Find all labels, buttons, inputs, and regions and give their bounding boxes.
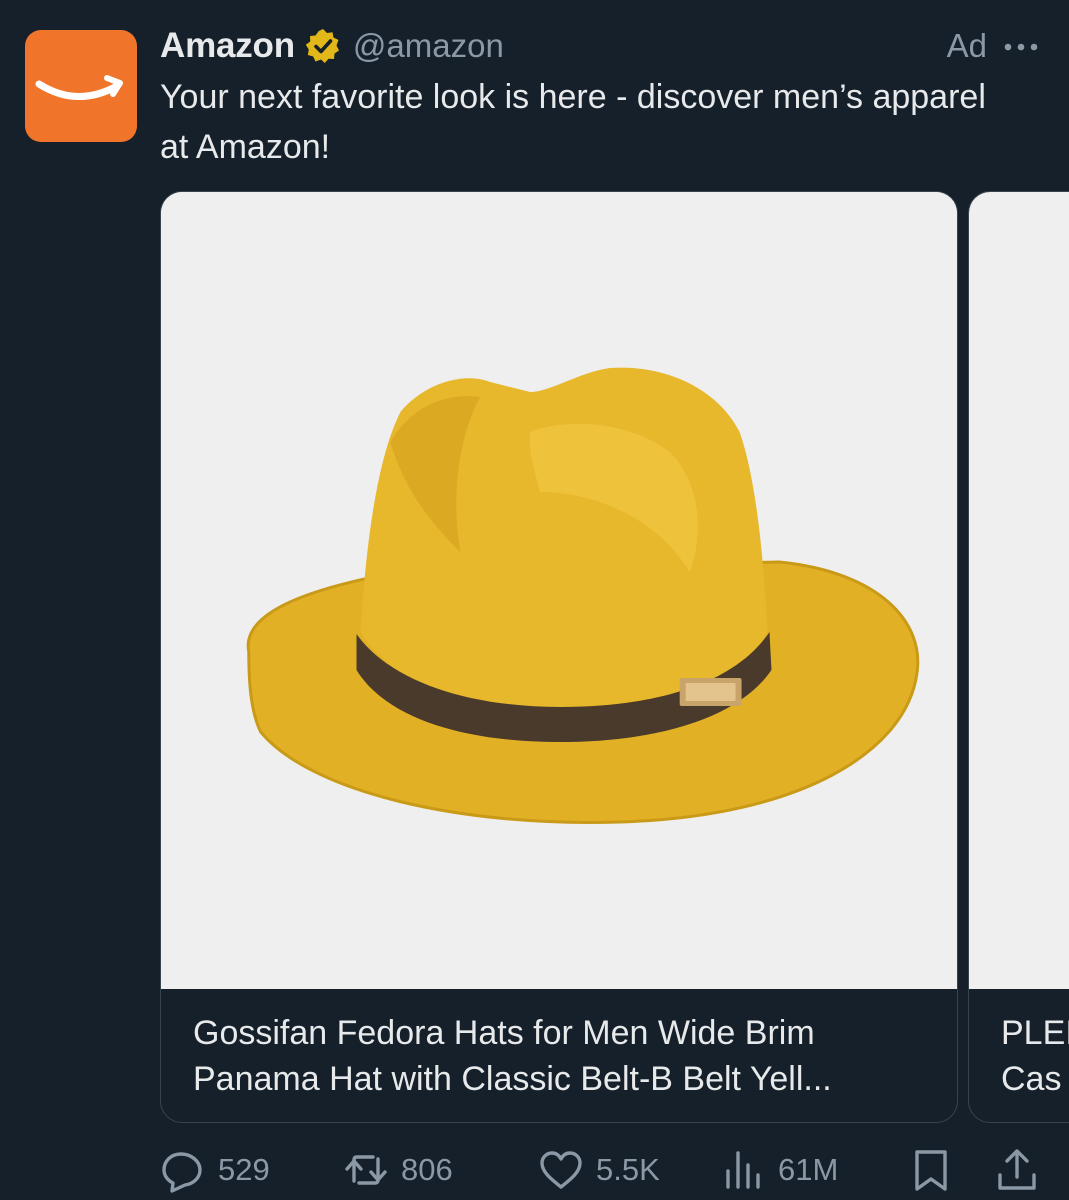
amazon-logo-icon <box>25 30 137 142</box>
reply-button[interactable]: 529 <box>160 1145 270 1195</box>
tweet-actions: 529 806 5.5K 61M <box>160 1145 1042 1195</box>
fedora-hat-image <box>161 192 957 989</box>
ad-label: Ad <box>946 27 987 64</box>
reply-icon <box>160 1147 206 1193</box>
account-name[interactable]: Amazon <box>160 26 295 66</box>
like-button[interactable]: 5.5K <box>538 1145 660 1195</box>
more-options-icon[interactable] <box>1001 31 1041 61</box>
heart-icon <box>538 1147 584 1193</box>
analytics-bars-icon <box>720 1147 766 1193</box>
account-handle[interactable]: @amazon <box>353 27 504 65</box>
verified-badge-icon[interactable] <box>305 28 341 64</box>
amazon-avatar[interactable] <box>25 30 137 142</box>
product-card[interactable]: PLEI Cas <box>968 191 1069 1123</box>
tweet-text: Your next favorite look is here - discov… <box>160 78 986 166</box>
product-title[interactable]: PLEI Cas <box>1001 1010 1069 1102</box>
reply-count: 529 <box>218 1152 270 1187</box>
bookmark-icon <box>908 1147 954 1193</box>
ad-tweet[interactable]: Amazon @amazon Ad Your next favorite loo… <box>0 0 1069 1200</box>
product-carousel[interactable]: Gossifan Fedora Hats for Men Wide Brim P… <box>160 191 1069 1124</box>
product-title[interactable]: Gossifan Fedora Hats for Men Wide Brim P… <box>193 1010 933 1102</box>
repost-count: 806 <box>401 1152 453 1187</box>
repost-button[interactable]: 806 <box>343 1145 453 1195</box>
view-count: 61M <box>778 1152 839 1187</box>
bookmark-button[interactable] <box>908 1145 954 1195</box>
tweet-header: Amazon @amazon Ad <box>160 24 1041 68</box>
like-count: 5.5K <box>596 1152 660 1187</box>
views-button[interactable]: 61M <box>720 1145 838 1195</box>
product-card[interactable]: Gossifan Fedora Hats for Men Wide Brim P… <box>160 191 958 1123</box>
share-icon <box>994 1147 1040 1193</box>
product-image[interactable] <box>161 192 957 989</box>
product-image[interactable] <box>969 192 1069 989</box>
repost-icon <box>343 1147 389 1193</box>
share-button[interactable] <box>994 1145 1040 1195</box>
